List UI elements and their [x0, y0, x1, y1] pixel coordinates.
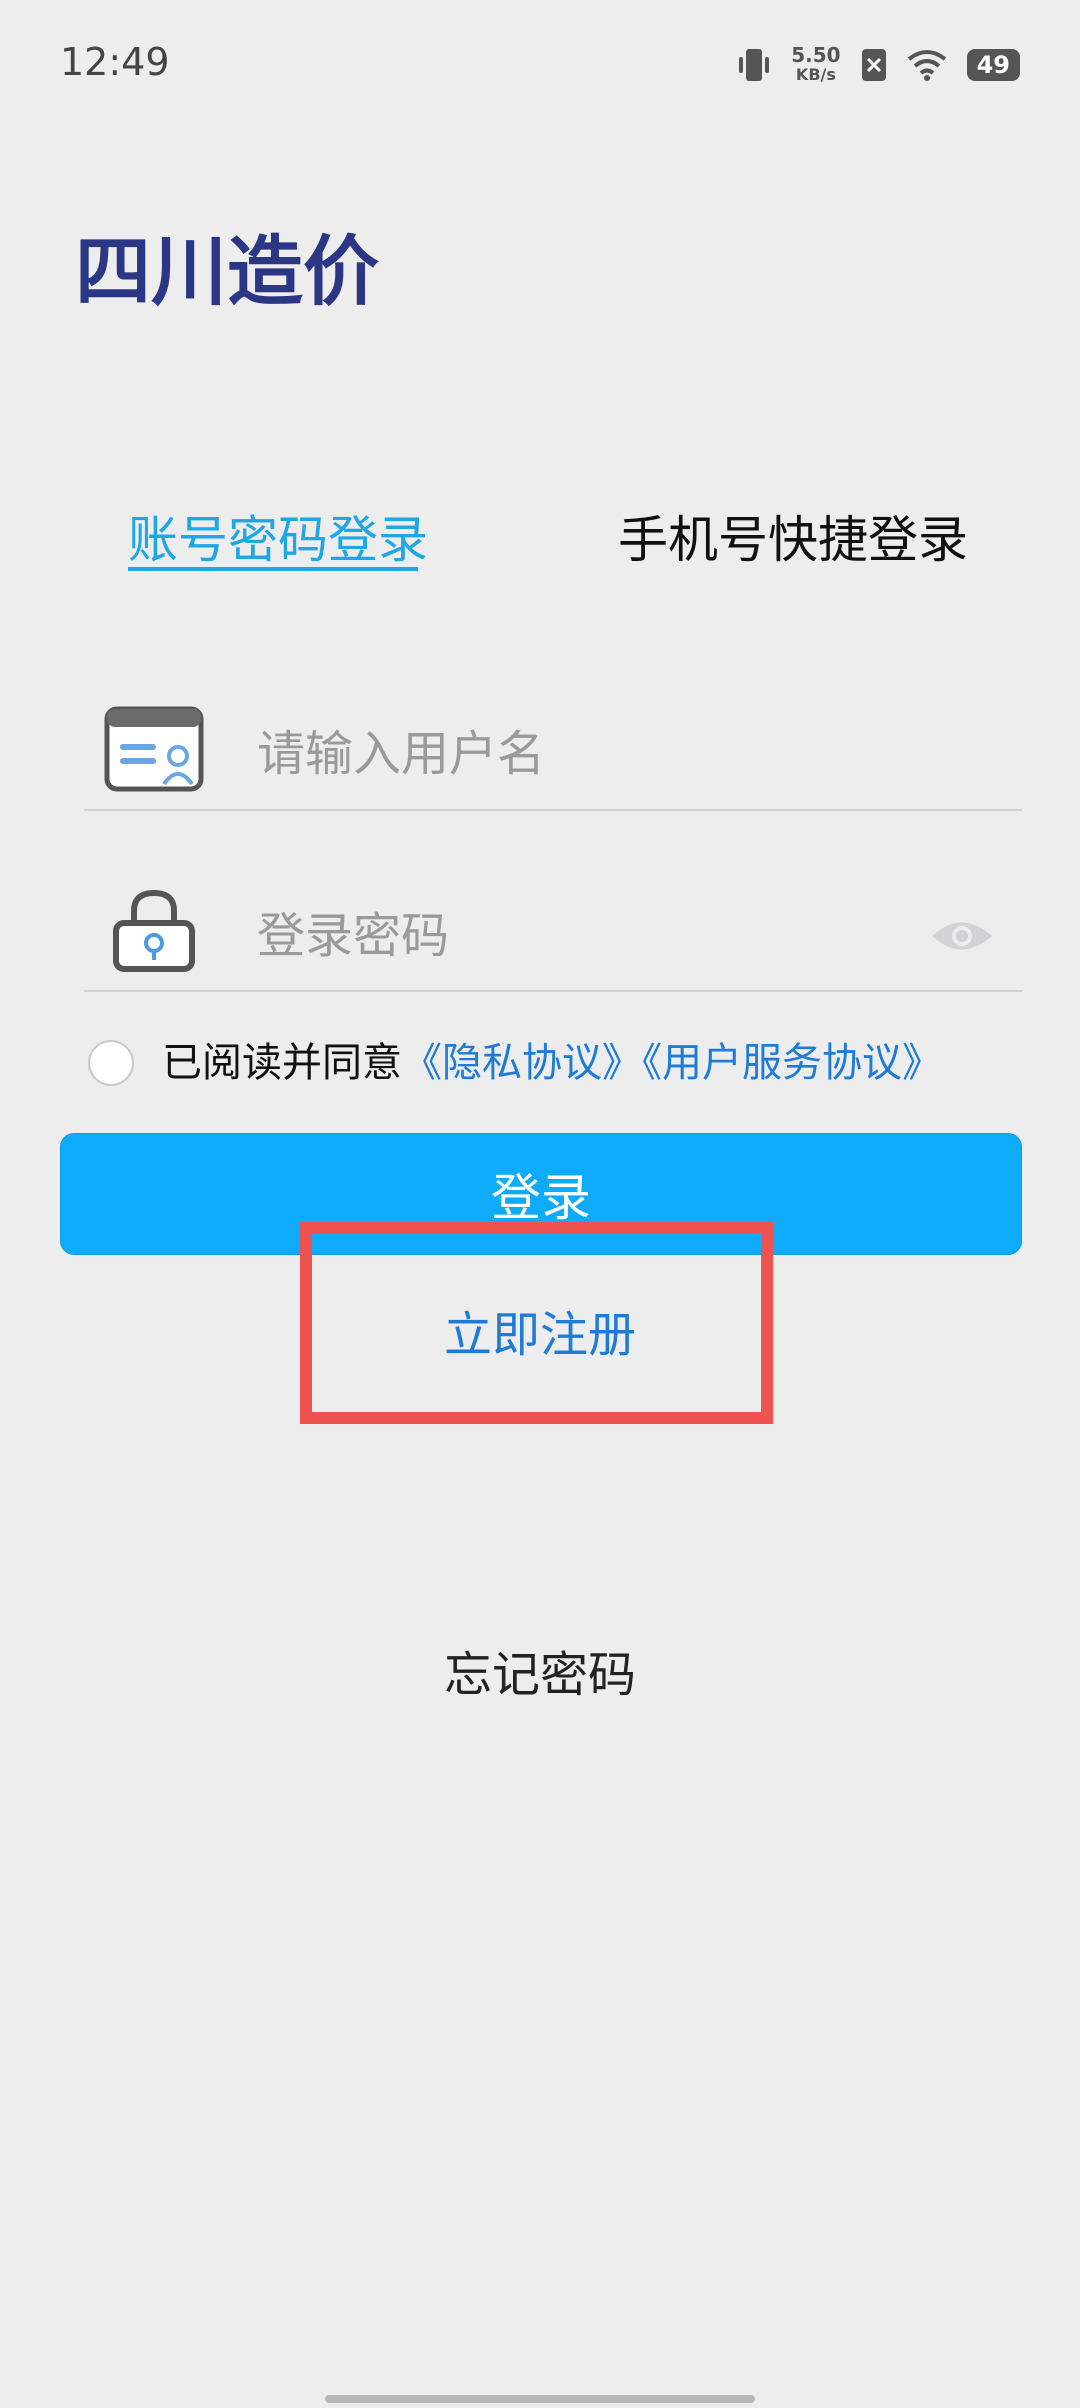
- username-input[interactable]: [255, 718, 999, 790]
- login-button-label: 登录: [491, 1169, 591, 1227]
- forgot-password-link[interactable]: 忘记密码: [0, 1635, 1080, 1705]
- password-input[interactable]: [255, 900, 899, 972]
- agreement-text: 已阅读并同意《隐私协议》《用户服务协议》: [162, 1040, 942, 1086]
- vibrate-icon: [739, 49, 770, 81]
- status-time: 12:49: [60, 40, 170, 84]
- home-indicator[interactable]: [325, 2395, 755, 2403]
- wifi-icon: [907, 50, 946, 81]
- agreement-prefix: 已阅读并同意: [162, 1040, 402, 1086]
- highlight-box: [300, 1222, 773, 1424]
- password-underline: [84, 990, 1022, 992]
- active-tab-indicator: [128, 567, 418, 571]
- tab-phone-login[interactable]: 手机号快捷登录: [618, 500, 968, 572]
- lock-icon: [113, 889, 195, 972]
- net-speed: 5.50 KB/s: [791, 43, 841, 84]
- app-title: 四川造价: [75, 227, 379, 316]
- service-agreement-link[interactable]: 《用户服务协议》: [642, 1040, 942, 1086]
- no-sim-icon: [861, 49, 886, 81]
- privacy-policy-link[interactable]: 《隐私协议》: [402, 1040, 642, 1086]
- tab-account-login[interactable]: 账号密码登录: [128, 500, 428, 572]
- agree-checkbox[interactable]: [88, 1040, 134, 1086]
- username-underline: [84, 809, 1022, 811]
- id-card-icon: [104, 706, 204, 792]
- eye-icon[interactable]: [930, 917, 994, 955]
- battery-indicator: 49: [966, 49, 1020, 81]
- status-icons: 5.50 KB/s 49: [737, 40, 1020, 90]
